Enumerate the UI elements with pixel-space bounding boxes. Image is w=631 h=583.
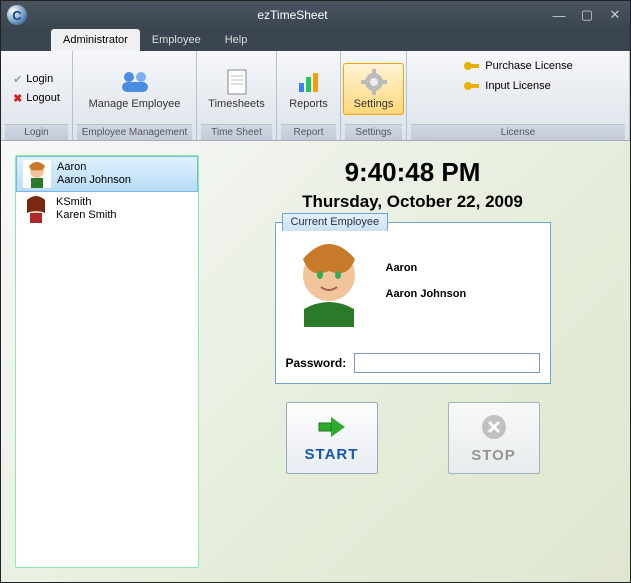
check-icon: ✔ <box>13 73 22 86</box>
input-license-button[interactable]: Input License <box>461 77 552 95</box>
group-label-report: Report <box>281 124 336 140</box>
employee-full: Karen Smith <box>56 209 117 222</box>
password-input[interactable] <box>354 353 539 373</box>
logout-button[interactable]: ✖ Logout <box>11 90 62 107</box>
timesheets-label: Timesheets <box>208 98 264 110</box>
group-label-license: License <box>411 124 625 140</box>
purchase-license-button[interactable]: Purchase License <box>461 57 574 75</box>
reports-label: Reports <box>289 98 328 110</box>
group-label-timesheet: Time Sheet <box>201 124 272 140</box>
stop-button[interactable]: STOP <box>448 402 540 474</box>
current-employee-panel: Current Employee Aaron Aaron Johnson Pas… <box>275 222 551 384</box>
reports-button[interactable]: Reports <box>278 63 339 115</box>
input-license-label: Input License <box>485 80 550 92</box>
group-label-login: Login <box>5 124 68 140</box>
settings-label: Settings <box>354 98 394 110</box>
panel-title: Current Employee <box>282 213 389 231</box>
employee-row[interactable]: KSmith Karen Smith <box>16 192 198 226</box>
people-icon <box>118 68 150 96</box>
close-button[interactable]: ✕ <box>606 7 624 23</box>
minimize-button[interactable]: — <box>550 7 568 23</box>
main-panel: 9:40:48 PM Thursday, October 22, 2009 Cu… <box>209 155 616 568</box>
arrow-right-icon <box>317 414 347 440</box>
employee-row[interactable]: Aaron Aaron Johnson <box>16 156 198 192</box>
x-icon: ✖ <box>13 92 22 105</box>
manage-employee-label: Manage Employee <box>89 98 181 110</box>
employee-short: KSmith <box>56 196 117 209</box>
current-full: Aaron Johnson <box>386 288 467 300</box>
menubar: Administrator Employee Help <box>1 29 630 51</box>
content-area: Aaron Aaron Johnson KSmith Karen Smith 9… <box>1 141 630 582</box>
timesheets-button[interactable]: Timesheets <box>197 63 275 115</box>
avatar-icon <box>22 195 50 223</box>
window-title: ezTimeSheet <box>35 8 550 22</box>
app-icon: C <box>7 5 27 25</box>
settings-button[interactable]: Settings <box>343 63 405 115</box>
document-icon <box>221 68 253 96</box>
group-label-settings: Settings <box>345 124 402 140</box>
stop-circle-icon <box>480 413 508 441</box>
current-short: Aaron <box>386 262 467 274</box>
login-button[interactable]: ✔ Login <box>11 71 62 88</box>
gear-icon <box>358 68 390 96</box>
chart-icon <box>293 68 325 96</box>
employee-list[interactable]: Aaron Aaron Johnson KSmith Karen Smith <box>15 155 199 568</box>
group-label-employee: Employee Management <box>77 124 192 140</box>
titlebar: C ezTimeSheet — ▢ ✕ <box>1 1 630 29</box>
login-label: Login <box>26 73 53 85</box>
maximize-button[interactable]: ▢ <box>578 7 596 23</box>
start-label: START <box>305 446 359 463</box>
stop-label: STOP <box>471 447 516 464</box>
employee-full: Aaron Johnson <box>57 174 131 187</box>
key-icon <box>463 79 481 93</box>
app-window: C ezTimeSheet — ▢ ✕ Administrator Employ… <box>0 0 631 583</box>
avatar-icon <box>23 160 51 188</box>
ribbon: ✔ Login ✖ Logout Login Manage Employe <box>1 51 630 141</box>
start-button[interactable]: START <box>286 402 378 474</box>
purchase-license-label: Purchase License <box>485 60 572 72</box>
key-gear-icon <box>463 59 481 73</box>
clock-date: Thursday, October 22, 2009 <box>302 192 523 212</box>
manage-employee-button[interactable]: Manage Employee <box>78 63 192 115</box>
clock-time: 9:40:48 PM <box>345 157 481 188</box>
menu-administrator[interactable]: Administrator <box>51 29 140 51</box>
menu-employee[interactable]: Employee <box>140 29 213 51</box>
menu-help[interactable]: Help <box>213 29 260 51</box>
employee-short: Aaron <box>57 161 131 174</box>
password-label: Password: <box>286 356 347 370</box>
current-avatar-icon <box>286 235 372 327</box>
logout-label: Logout <box>26 92 60 104</box>
